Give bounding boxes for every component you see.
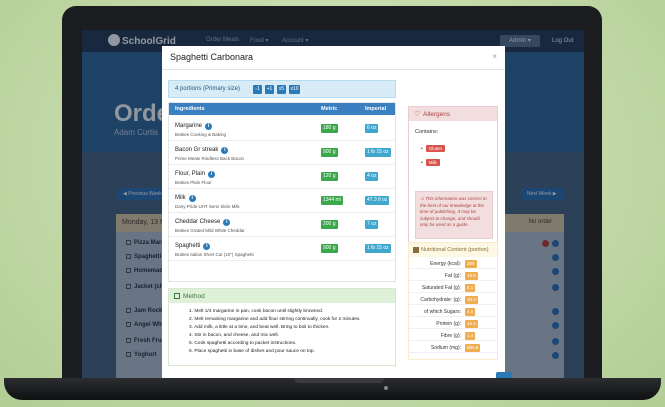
column-header: Imperial [365,106,387,112]
nutrition-value: 16.4 [465,320,478,328]
portion-x5-button[interactable]: x5 [277,85,286,94]
info-icon[interactable]: i [188,195,196,202]
info-icon[interactable]: i [208,171,216,178]
imperial-value: 7 oz [365,220,379,229]
nutrition-panel: Nutritional Content (portion) Energy (kc… [408,242,498,360]
method-step: 3. Add milk, a little at a time, and bea… [189,325,330,330]
metric-value: 900 g [321,148,338,157]
nutrition-row: Fat (g): 18.8 [409,271,497,281]
info-icon[interactable]: i [203,243,211,250]
nutrition-row: Saturated Fat (g): 8.1 [409,283,497,293]
nutrition-row: Fibre (g): 1.4 [409,331,497,341]
list-icon [174,293,180,299]
method-step: 4. Stir in bacon, and cheese, and mix we… [189,333,279,338]
method-title: Method [183,293,205,300]
ingredient-name: Bacon Gr streak i [175,147,229,154]
nutrition-value: 1.4 [465,332,476,340]
ingredient-brand: Brakes Italian Short Cut (10") Spaghetti [175,252,254,257]
ingredient-brand: Brakes Grated Mild White Cheddar [175,228,245,233]
info-icon[interactable]: i [221,147,229,154]
nutrition-value: 38.3 [465,296,478,304]
imperial-value: 47.3 fl oz [365,196,390,205]
imperial-value: 6 oz [365,124,379,133]
nutrition-row: Protein (g): 16.4 [409,319,497,329]
allergen-tag: Gluten [425,145,446,152]
table-row: Spaghetti i Brakes Italian Short Cut (10"… [169,237,395,261]
nutrition-icon [413,247,419,253]
close-icon[interactable]: × [492,52,497,61]
allergens-title: Allergens [423,111,451,118]
nutrition-value: 18.8 [465,272,478,280]
ingredient-brand: Brakes Cooking & Baking [175,132,227,137]
recipe-modal: Spaghetti Carbonara × 4 portions (Primar… [162,46,512,378]
allergens-header: ♡ Allergens [409,107,497,121]
portions-bar: 4 portions (Primary size) -1 +1 x5 x10 [168,80,396,98]
info-icon[interactable]: i [205,123,213,130]
laptop-base [4,378,661,400]
imperial-value: 1 lb 15 oz [365,244,391,253]
column-header: Metric [321,106,338,112]
ingredient-name: Milk i [175,195,196,202]
portion-minus-one-button[interactable]: -1 [253,85,262,94]
modal-title: Spaghetti Carbonara [170,52,254,62]
method-panel: Method 1. Melt 1/4 margarine in pan, coo… [168,288,396,366]
modal-header: Spaghetti Carbonara × [162,46,505,70]
allergens-panel: ♡ Allergens Contains: • Gluten • Milk ⚠ Th… [408,106,498,244]
indicator-light [384,386,388,390]
nutrition-value: 380 [465,260,477,268]
allergen-tag: Milk [425,159,440,166]
ingredient-name: Spaghetti i [175,243,211,250]
nutrition-row: of which Sugars: 4.5 [409,307,497,317]
nutrition-row: Energy (kcal): 380 [409,259,497,269]
ingredient-brand: Brakes Plain Flour [175,180,212,185]
portions-label: 4 portions (Primary size) [175,86,241,92]
table-row: Cheddar Cheese i Brakes Grated Mild White… [169,213,395,237]
allergen-warning: ⚠ This information was correct to the be… [415,191,493,239]
allergen-item: • Milk [421,159,440,166]
ingredients-table: Ingredients Metric Imperial Margarine i B… [168,102,396,282]
portion-plus-one-button[interactable]: +1 [265,85,274,94]
contains-label: Contains: [415,129,439,135]
nutrition-row: Sodium (mg): 880.8 [409,343,497,353]
nutrition-header: Nutritional Content (portion) [409,243,497,257]
screen: SchoolGrid Order Meals Food ▾ Account ▾ … [82,30,584,378]
nutrition-title: Nutritional Content (portion) [421,247,489,253]
column-header: Ingredients [175,106,205,112]
ingredient-brand: Prime Meats Rindless Back Bacon [175,156,245,161]
laptop-notch [294,378,384,383]
nutrition-value: 4.5 [465,308,476,316]
table-header: Ingredients Metric Imperial [169,103,395,115]
metric-value: 900 g [321,244,338,253]
ingredient-name: Margarine i [175,123,213,130]
method-step: 5. Cook spaghetti according to packet in… [189,341,297,346]
imperial-value: 4 oz [365,172,379,181]
method-step: 2. Melt remaining margarine and add flou… [189,317,361,322]
ingredient-name: Flour, Plain i [175,171,216,178]
table-row: Bacon Gr streak i Prime Meats Rindless Ba… [169,141,395,165]
metric-value: 120 g [321,172,338,181]
imperial-value: 1 lb 15 oz [365,148,391,157]
method-steps: 1. Melt 1/4 margarine in pan, cook bacon… [189,308,389,356]
ingredient-name: Cheddar Cheese i [175,219,231,226]
method-step: 1. Melt 1/4 margarine in pan, cook bacon… [189,309,324,314]
ingredient-brand: Dairy Pride UHT Semi Skim Milk [175,204,240,209]
metric-value: 180 g [321,124,338,133]
table-row: Margarine i Brakes Cooking & Baking 180 g… [169,117,395,141]
metric-value: 200 g [321,220,338,229]
table-row: Flour, Plain i Brakes Plain Flour 120 g 4… [169,165,395,189]
table-row: Milk i Dairy Pride UHT Semi Skim Milk 134… [169,189,395,213]
method-step: 6. Place spaghetti in base of dishes and… [189,349,315,354]
metric-value: 1344 ml [321,196,343,205]
info-icon[interactable]: i [223,219,231,226]
allergen-item: • Gluten [421,145,446,152]
heart-icon: ♡ [414,111,421,118]
nutrition-value: 8.1 [465,284,476,292]
nutrition-value: 880.8 [465,344,481,352]
method-header: Method [169,289,395,303]
nutrition-row: Carbohydrate: (g): 38.3 [409,295,497,305]
portion-x10-button[interactable]: x10 [289,85,300,94]
